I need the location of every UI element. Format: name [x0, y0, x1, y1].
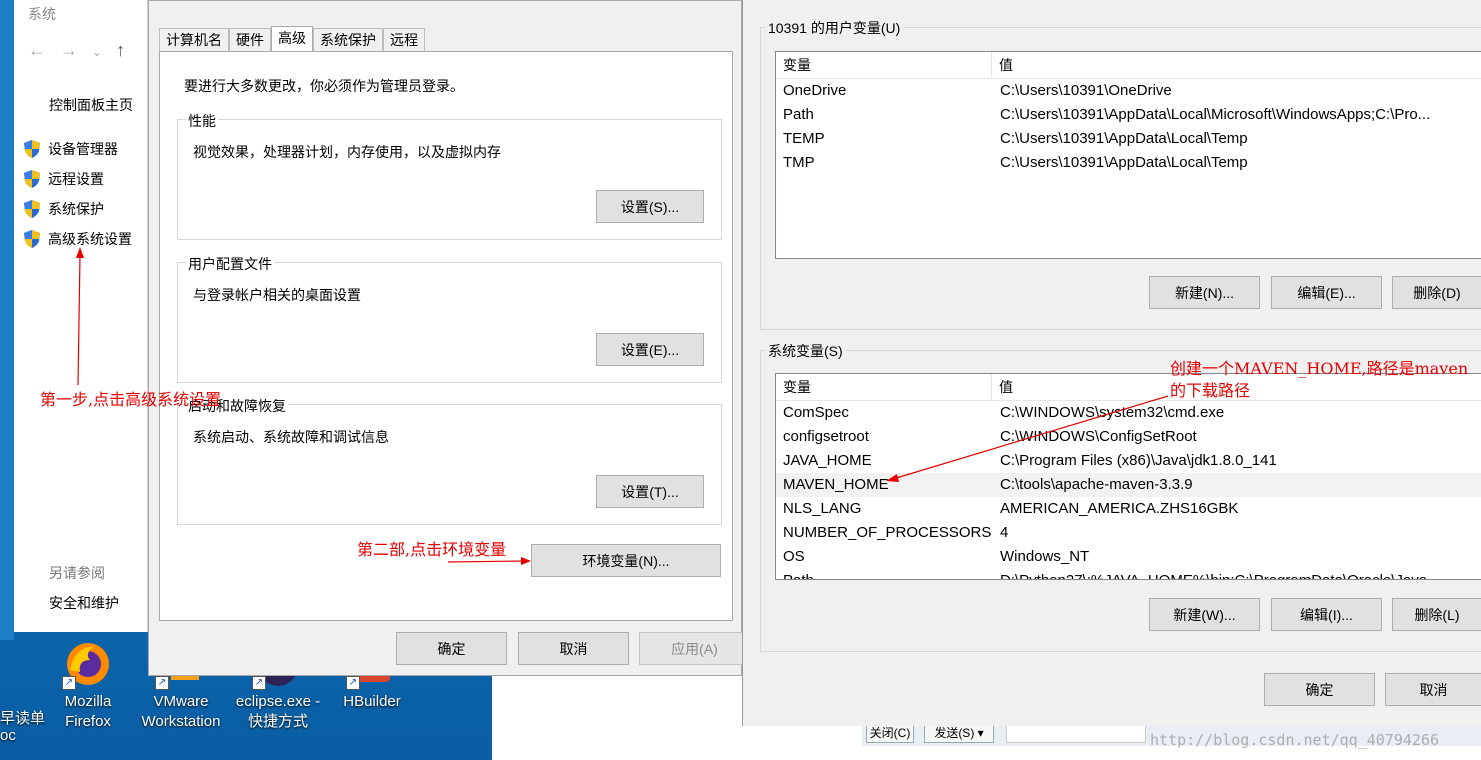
tab-strip: 计算机名 硬件 高级 系统保护 远程	[159, 26, 425, 52]
system-delete-button[interactable]: 删除(L)	[1392, 598, 1481, 631]
performance-group: 性能 视觉效果，处理器计划，内存使用，以及虚拟内存 设置(S)...	[177, 111, 722, 240]
desktop-icon-label-cut: 早读单	[0, 710, 46, 727]
system-edit-button[interactable]: 编辑(I)...	[1271, 598, 1382, 631]
shortcut-arrow-icon: ↗	[346, 676, 360, 690]
desktop-icon-label: 快捷方式	[247, 713, 308, 730]
remote-settings-link[interactable]: 远程设置	[24, 169, 104, 189]
control-panel-home-link[interactable]: 控制面板主页	[49, 95, 133, 115]
env-ok-button[interactable]: 确定	[1264, 673, 1375, 706]
annotation-step1: 第一步,点击高级系统设置	[40, 390, 222, 409]
system-protection-link[interactable]: 系统保护	[24, 199, 104, 219]
security-maintenance-link[interactable]: 安全和维护	[49, 593, 119, 613]
desktop-icon-label: eclipse.exe -	[235, 693, 321, 710]
system-variables-list[interactable]: 变量 值 ComSpec C:\WINDOWS\system32\cmd.exe …	[775, 373, 1481, 580]
column-header-value[interactable]: 值	[992, 374, 1013, 400]
watermark: http://blog.csdn.net/qq_40794266	[1150, 731, 1439, 749]
tab-remote[interactable]: 远程	[383, 28, 425, 52]
system-properties-dialog: 计算机名 硬件 高级 系统保护 远程 要进行大多数更改，你必须作为管理员登录。 …	[148, 0, 750, 676]
group-description: 与登录帐户相关的桌面设置	[193, 287, 361, 303]
table-row[interactable]: configsetroot C:\WINDOWS\ConfigSetRoot	[776, 425, 1481, 449]
uac-shield-icon	[24, 200, 40, 218]
control-panel-window: 系统 ←→⌄↑ 控制面板主页 设备管理器 远程设置 系统保护 高级系统设置 另请…	[14, 0, 148, 632]
shortcut-arrow-icon: ↗	[62, 676, 76, 690]
desktop-icon-label: Firefox	[65, 713, 111, 730]
shortcut-arrow-icon: ↗	[155, 676, 169, 690]
system-new-button[interactable]: 新建(W)...	[1149, 598, 1260, 631]
table-row[interactable]: NUMBER_OF_PROCESSORS 4	[776, 521, 1481, 545]
user-variables-title: 10391 的用户变量(U)	[765, 18, 904, 38]
tab-advanced[interactable]: 高级	[271, 26, 313, 52]
desktop-icon-label: Mozilla	[64, 693, 112, 710]
annotation-step3-line1: 创建一个MAVEN_HOME,路径是maven	[1170, 359, 1469, 378]
cancel-button[interactable]: 取消	[518, 632, 629, 665]
uac-shield-icon	[24, 140, 40, 158]
up-arrow-icon[interactable]: ↑	[116, 40, 139, 60]
desktop-icon-label: VMware	[153, 693, 209, 710]
table-row[interactable]: OS Windows_NT	[776, 545, 1481, 569]
ok-button[interactable]: 确定	[396, 632, 507, 665]
chat-input-fragment[interactable]	[1006, 723, 1146, 743]
group-title: 用户配置文件	[186, 254, 274, 274]
firefox-icon: ↗	[62, 640, 112, 690]
advanced-system-settings-link[interactable]: 高级系统设置	[24, 229, 132, 249]
group-description: 系统启动、系统故障和调试信息	[193, 429, 389, 445]
apply-button: 应用(A)	[639, 632, 750, 665]
chat-close-button[interactable]: 关闭(C)	[866, 723, 914, 743]
tab-hardware[interactable]: 硬件	[229, 28, 271, 52]
back-arrow-icon[interactable]: ←	[28, 40, 60, 60]
column-header-value[interactable]: 值	[992, 52, 1013, 78]
table-row[interactable]: Path C:\Users\10391\AppData\Local\Microso…	[776, 103, 1481, 127]
table-row[interactable]: PathD:\Python27\;%JAVA_HOME%\bin;C:\Prog…	[776, 569, 1481, 579]
nav-buttons: ←→⌄↑	[28, 40, 139, 61]
user-edit-button[interactable]: 编辑(E)...	[1271, 276, 1382, 309]
user-profiles-settings-button[interactable]: 设置(E)...	[596, 333, 704, 366]
device-manager-link[interactable]: 设备管理器	[24, 139, 118, 159]
list-header: 变量 值	[776, 52, 1481, 79]
desktop-shortcut-firefox[interactable]: ↗ Mozilla Firefox	[43, 640, 133, 732]
desktop-icon-label: Workstation	[141, 713, 221, 730]
annotation-step2: 第二部,点击环境变量	[357, 540, 507, 559]
history-dropdown-icon[interactable]: ⌄	[92, 45, 116, 59]
uac-shield-icon	[24, 170, 40, 188]
column-header-variable[interactable]: 变量	[776, 374, 992, 400]
user-delete-button[interactable]: 删除(D)	[1392, 276, 1481, 309]
table-row[interactable]: ComSpec C:\WINDOWS\system32\cmd.exe	[776, 401, 1481, 425]
environment-variables-button[interactable]: 环境变量(N)...	[531, 544, 721, 577]
user-new-button[interactable]: 新建(N)...	[1149, 276, 1260, 309]
annotation-step3-line2: 的下载路径	[1170, 381, 1251, 400]
desktop-left-strip	[0, 0, 14, 640]
control-panel-title: 系统	[28, 6, 56, 22]
table-row[interactable]: TEMP C:\Users\10391\AppData\Local\Temp	[776, 127, 1481, 151]
shortcut-arrow-icon: ↗	[252, 676, 266, 690]
table-row[interactable]: TMP C:\Users\10391\AppData\Local\Temp	[776, 151, 1481, 175]
group-title: 性能	[186, 111, 218, 131]
user-profiles-group: 用户配置文件 与登录帐户相关的桌面设置 设置(E)...	[177, 254, 722, 383]
table-row[interactable]: JAVA_HOME C:\Program Files (x86)\Java\jdk…	[776, 449, 1481, 473]
desktop-icon-label-cut: oc	[0, 727, 16, 744]
chat-send-button[interactable]: 发送(S) ▾	[924, 723, 994, 743]
group-description: 视觉效果，处理器计划，内存使用，以及虚拟内存	[193, 144, 501, 160]
column-header-variable[interactable]: 变量	[776, 52, 992, 78]
system-variables-title: 系统变量(S)	[765, 341, 846, 361]
tab-system-protection[interactable]: 系统保护	[313, 28, 383, 52]
table-row-selected[interactable]: MAVEN_HOME C:\tools\apache-maven-3.3.9	[776, 473, 1481, 497]
user-variables-list[interactable]: 变量 值 OneDrive C:\Users\10391\OneDrive Pat…	[775, 51, 1481, 259]
tab-computer-name[interactable]: 计算机名	[159, 28, 229, 52]
desktop-icon-label: HBuilder	[343, 693, 401, 710]
startup-recovery-group: 启动和故障恢复 系统启动、系统故障和调试信息 设置(T)...	[177, 396, 722, 525]
dropdown-arrow-icon[interactable]: ▾	[978, 726, 984, 740]
env-cancel-button[interactable]: 取消	[1385, 673, 1481, 706]
uac-shield-icon	[24, 230, 40, 248]
admin-note: 要进行大多数更改，你必须作为管理员登录。	[184, 78, 464, 94]
table-row[interactable]: OneDrive C:\Users\10391\OneDrive	[776, 79, 1481, 103]
see-also-heading: 另请参阅	[49, 565, 105, 581]
performance-settings-button[interactable]: 设置(S)...	[596, 190, 704, 223]
table-row[interactable]: NLS_LANG AMERICAN_AMERICA.ZHS16GBK	[776, 497, 1481, 521]
startup-settings-button[interactable]: 设置(T)...	[596, 475, 704, 508]
forward-arrow-icon[interactable]: →	[60, 40, 92, 60]
